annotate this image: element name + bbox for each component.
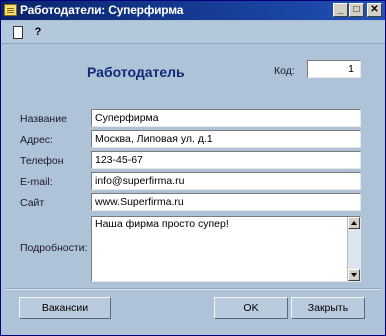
name-field[interactable]: Суперфирма (91, 109, 361, 127)
toolbar: ? (1, 21, 385, 44)
email-field[interactable]: info@superfirma.ru (91, 172, 361, 190)
site-field[interactable]: www.Superfirma.ru (91, 193, 361, 211)
address-field[interactable]: Москва, Липовая ул. д.1 (91, 130, 361, 148)
arrow-down-icon (351, 273, 357, 277)
vacancies-button[interactable]: Вакансии (19, 297, 111, 319)
details-scrollbar[interactable] (347, 217, 360, 281)
form-heading: Работодатель (87, 64, 185, 80)
minimize-button[interactable]: _ (333, 3, 348, 17)
maximize-button[interactable]: □ (349, 3, 364, 17)
scroll-down-button[interactable] (348, 269, 360, 281)
help-cursor-icon[interactable]: ? (31, 25, 45, 39)
scroll-up-button[interactable] (348, 217, 360, 229)
app-icon (4, 4, 17, 16)
close-window-button[interactable]: ✕ (367, 3, 382, 17)
separator (5, 288, 381, 290)
code-field[interactable]: 1 (307, 60, 361, 78)
site-label: Сайт (20, 197, 45, 209)
window-title: Работодатели: Суперфирма (20, 3, 184, 17)
details-label: Подробности: (20, 242, 88, 254)
email-label: E-mail: (20, 176, 53, 188)
arrow-up-icon (351, 221, 357, 225)
form-panel: Работодатель Код: 1 Название Суперфирма … (1, 44, 385, 335)
phone-label: Телефон (20, 155, 64, 167)
details-memo[interactable]: Наша фирма просто супер! (91, 216, 361, 282)
close-button[interactable]: Закрыть (291, 297, 365, 319)
title-bar[interactable]: Работодатели: Суперфирма _ □ ✕ (1, 1, 385, 20)
ok-button[interactable]: OK (214, 297, 288, 319)
address-label: Адрес: (20, 134, 53, 146)
document-icon[interactable] (13, 26, 23, 39)
phone-field[interactable]: 123-45-67 (91, 151, 361, 169)
code-label: Код: (274, 65, 295, 77)
employer-window: Работодатели: Суперфирма _ □ ✕ ? Работод… (0, 0, 386, 336)
name-label: Название (20, 113, 67, 125)
details-text: Наша фирма просто супер! (95, 218, 229, 230)
